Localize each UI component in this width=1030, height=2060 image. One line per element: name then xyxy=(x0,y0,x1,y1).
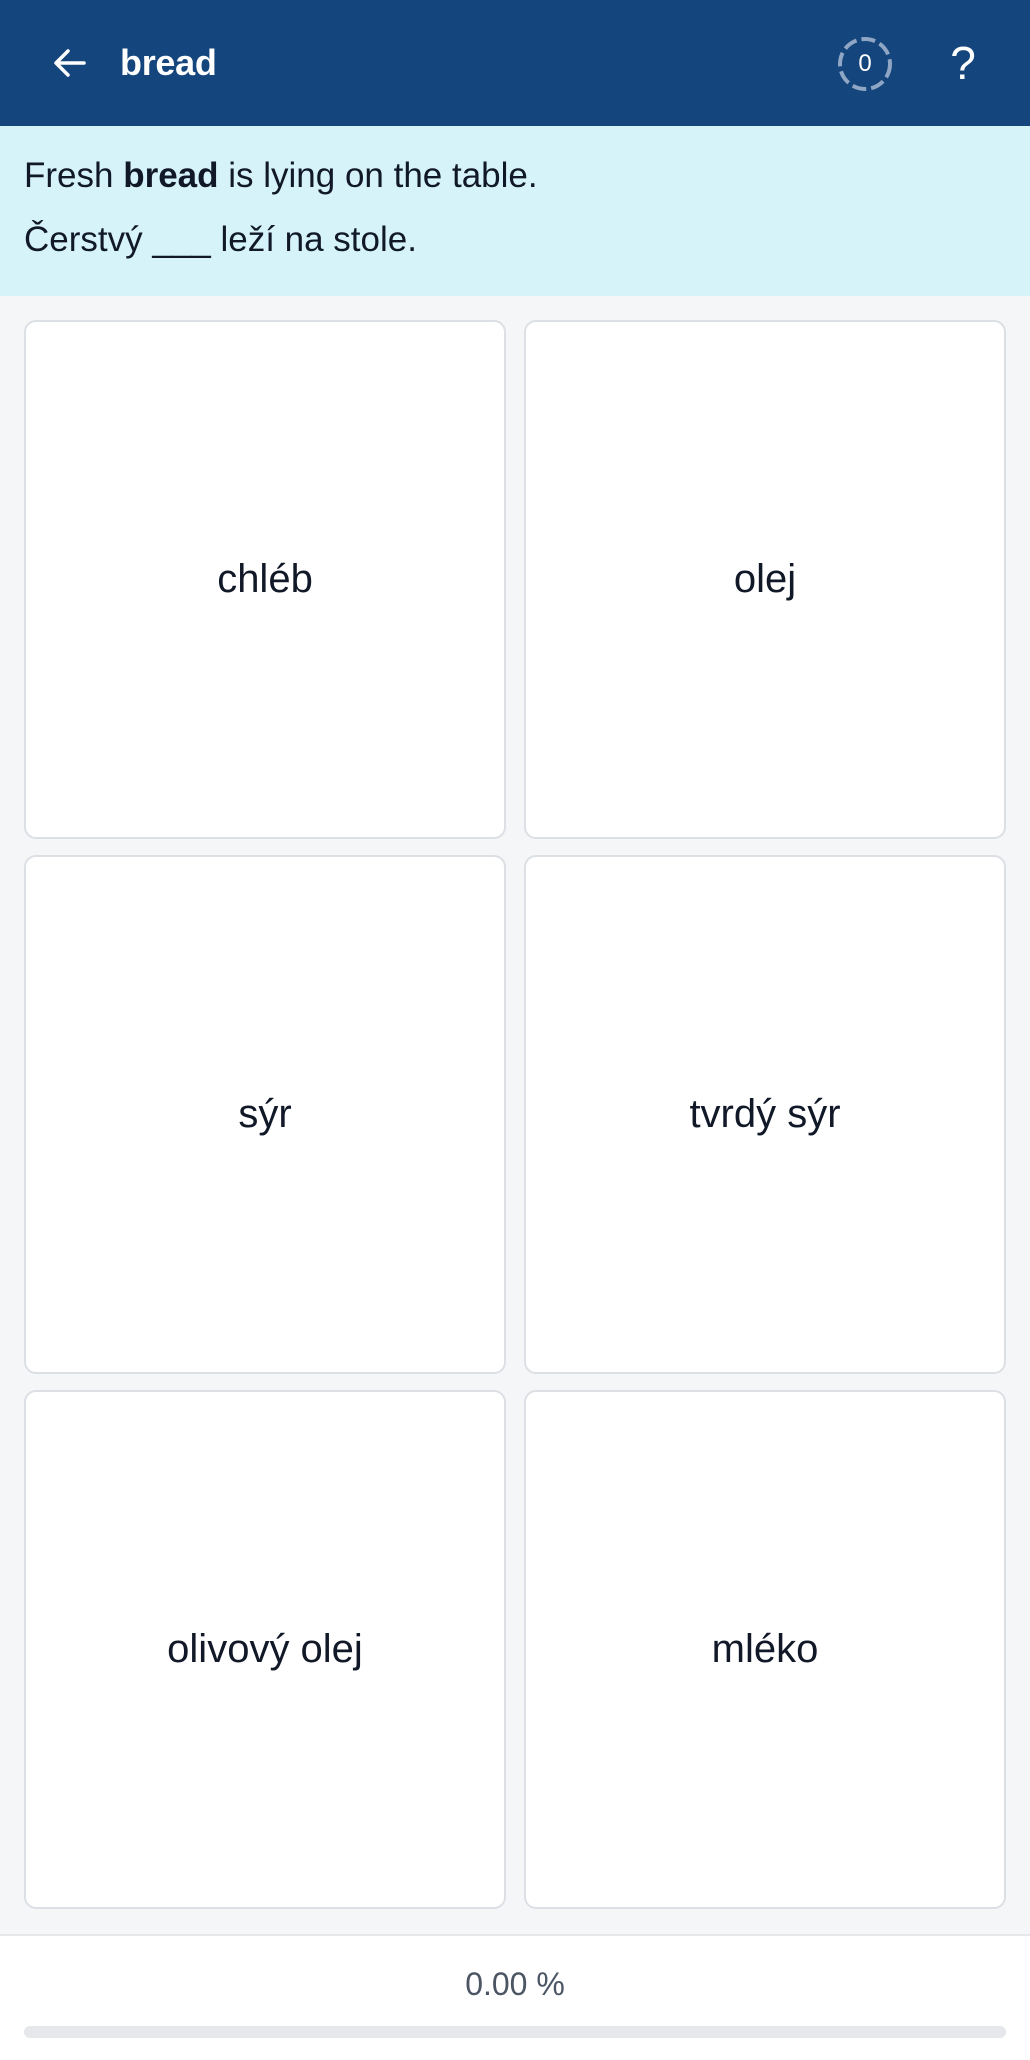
help-button[interactable]: ? xyxy=(935,33,991,93)
progress-percent: 0.00 % xyxy=(465,1966,565,2002)
answer-option[interactable]: tvrdý sýr xyxy=(524,855,1006,1374)
answer-option[interactable]: sýr xyxy=(24,855,506,1374)
score-value: 0 xyxy=(858,50,872,77)
answer-grid: chléb olej sýr tvrdý sýr olivový olej ml… xyxy=(24,320,1006,1909)
sentence-prompt: Fresh bread is lying on the table. Čerst… xyxy=(0,126,1030,296)
target-word: bread xyxy=(123,156,219,195)
czech-sentence: Čerstvý ___ leží na stole. xyxy=(24,220,417,259)
score-counter[interactable]: 0 xyxy=(837,36,893,92)
progress-bar xyxy=(24,2026,1006,2038)
answer-option[interactable]: olivový olej xyxy=(24,1390,506,1909)
arrow-left-icon xyxy=(54,49,86,77)
english-sentence-start: Fresh xyxy=(24,156,124,195)
top-bar: bread 0 ? xyxy=(0,0,1030,126)
english-sentence-end: is lying on the table. xyxy=(218,156,538,195)
back-button[interactable] xyxy=(40,33,100,93)
answer-option[interactable]: mléko xyxy=(524,1390,1006,1909)
page-title: bread xyxy=(120,42,217,83)
answer-option[interactable]: chléb xyxy=(24,320,506,839)
app-root: bread 0 ? Fresh bread is lying on the ta… xyxy=(0,0,1030,2060)
progress-footer: 0.00 % xyxy=(0,1934,1030,2060)
answer-option[interactable]: olej xyxy=(524,320,1006,839)
english-sentence: Fresh bread is lying on the table. xyxy=(24,156,538,196)
